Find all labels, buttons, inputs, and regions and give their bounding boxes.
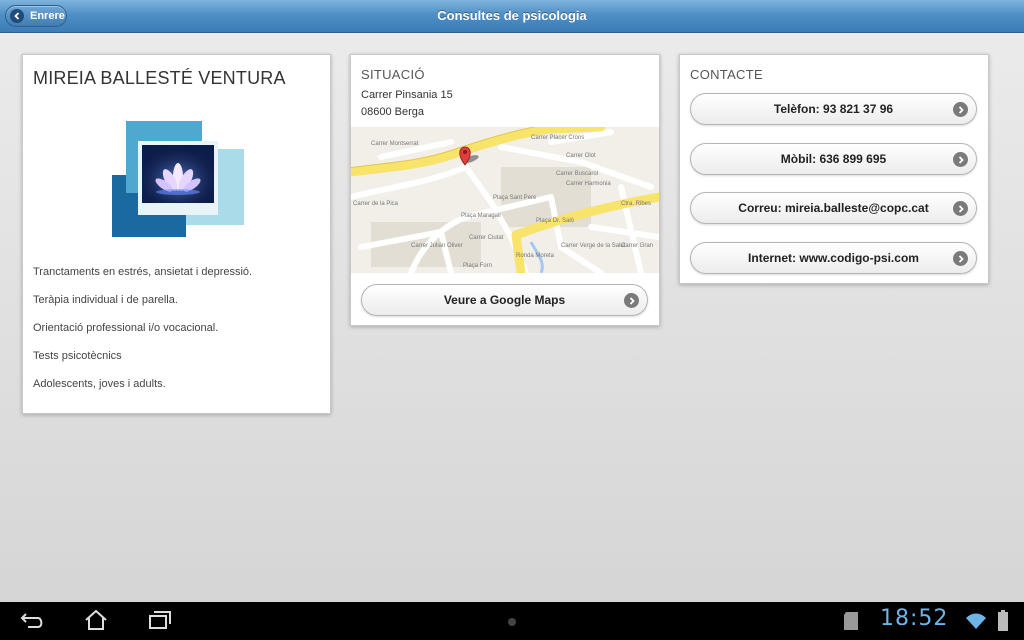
status-dot-icon (508, 618, 516, 626)
service-item: Tranctaments en estrés, ansietat i depre… (33, 266, 253, 278)
website-button[interactable]: Internet: www.codigo-psi.com (690, 242, 977, 274)
map-label: Carrer Ciutat (469, 235, 504, 241)
phone-button-label: Telèfon: 93 821 37 96 (773, 102, 894, 116)
clock-text: 18:52 (880, 606, 949, 631)
google-maps-button-label: Veure a Google Maps (443, 293, 566, 307)
map-label: Ronda Moreta (516, 253, 555, 259)
sd-card-icon (844, 612, 858, 630)
email-button[interactable]: Correu: mireia.balleste@copc.cat (690, 192, 977, 224)
contact-title: CONTACTE (690, 67, 763, 82)
back-button[interactable]: Enrere (5, 5, 67, 27)
page-title: Consultes de psicologia (437, 8, 587, 23)
service-item: Orientació professional i/o vocacional. (33, 322, 219, 334)
mobile-button-label: Mòbil: 636 899 695 (780, 152, 887, 166)
email-button-label: Correu: mireia.balleste@copc.cat (738, 201, 929, 215)
system-nav-bar: 18:52 (0, 602, 1024, 640)
map-label: Plaça Maragall (461, 213, 501, 219)
battery-icon (998, 610, 1008, 631)
location-card: SITUACIÓ Carrer Pinsania 15 08600 Berga (350, 54, 660, 326)
mobile-button[interactable]: Mòbil: 636 899 695 (690, 143, 977, 175)
map-label: Carrer Buscarol (556, 171, 598, 177)
chevron-left-icon (10, 9, 24, 23)
home-icon[interactable] (84, 609, 108, 631)
map-label: Carrer de la Pica (353, 201, 399, 207)
google-maps-button[interactable]: Veure a Google Maps (361, 284, 648, 316)
back-arrow-icon[interactable] (20, 609, 46, 631)
map-label: Carrer Placer Crons (531, 135, 584, 141)
recent-apps-icon[interactable] (147, 609, 173, 631)
profile-name: MIREIA BALLESTÉ VENTURA (33, 68, 286, 88)
map-label: Carrer Olot (566, 153, 596, 159)
profile-card: MIREIA BALLESTÉ VENTURA Tranctaments en … (22, 54, 331, 414)
map-label: Plaça Dr. Saló (536, 218, 575, 224)
map-label: Carrer Harmonia (566, 181, 611, 187)
map-label: Plaça Sant Pere (493, 195, 537, 201)
map-label: Ctra. Ribes (621, 201, 651, 207)
map-label: Carrer Montserrat (371, 141, 419, 147)
chevron-right-icon (953, 251, 968, 266)
service-item: Teràpia individual i de parella. (33, 294, 178, 306)
back-button-label: Enrere (30, 10, 65, 22)
location-map[interactable]: Carrer Montserrat Carrer Placer Crons Ca… (351, 127, 659, 273)
phone-button[interactable]: Telèfon: 93 821 37 96 (690, 93, 977, 125)
address-street: Carrer Pinsania 15 (361, 89, 453, 101)
contact-card: CONTACTE Telèfon: 93 821 37 96 Mòbil: 63… (679, 54, 989, 284)
chevron-right-icon (953, 201, 968, 216)
map-label: Carrer Julián Oliver (411, 243, 463, 249)
location-title: SITUACIÓ (361, 67, 425, 82)
service-item: Adolescents, joves i adults. (33, 378, 166, 390)
service-item: Tests psicotècnics (33, 350, 122, 362)
chevron-right-icon (953, 102, 968, 117)
address-city: 08600 Berga (361, 106, 424, 118)
map-label: Plaça Forn (463, 263, 492, 269)
map-label: Carrer Verge de la Salut (561, 243, 626, 249)
header-bar: Consultes de psicologia Enrere (0, 0, 1024, 33)
wifi-icon (966, 613, 986, 629)
chevron-right-icon (953, 152, 968, 167)
chevron-right-icon (624, 293, 639, 308)
lotus-logo-image (112, 121, 244, 237)
map-label: Carrer Gran (621, 243, 653, 249)
website-button-label: Internet: www.codigo-psi.com (748, 251, 919, 265)
services-list: Tranctaments en estrés, ansietat i depre… (33, 265, 252, 405)
